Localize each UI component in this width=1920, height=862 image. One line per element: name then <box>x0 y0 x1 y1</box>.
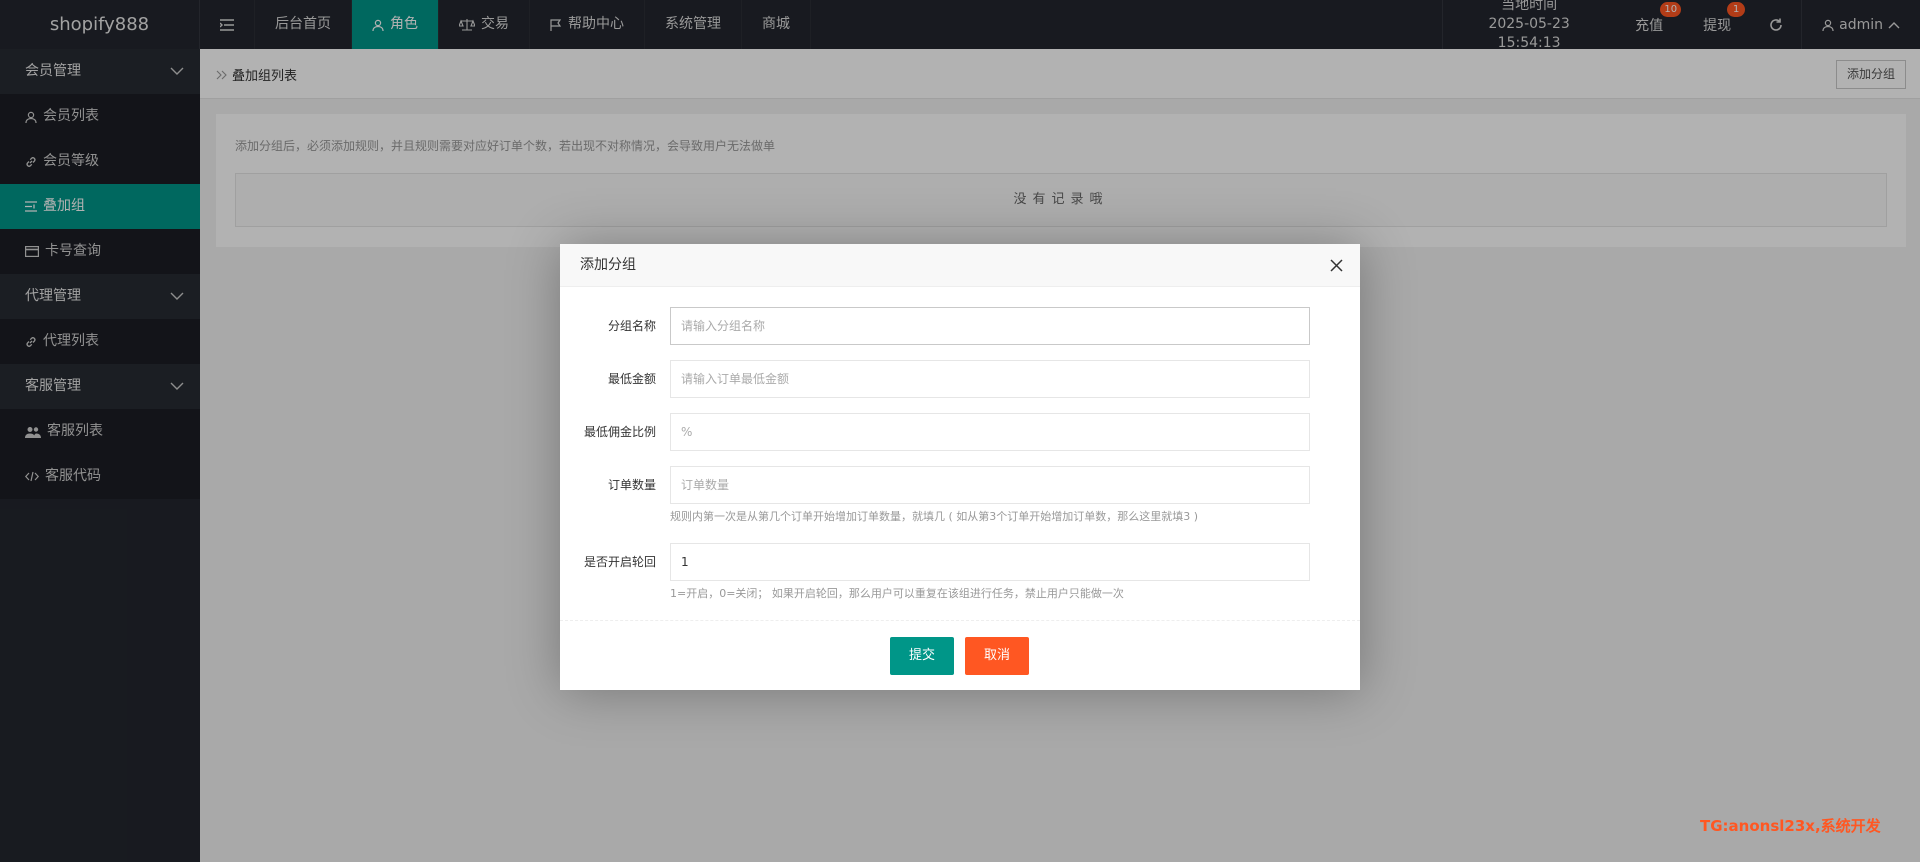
add-group-dialog: 添加分组 分组名称 最低金额 最低佣金比例 订单数量 规则内第一次是从第几个订单… <box>560 244 1360 690</box>
cancel-button[interactable]: 取消 <box>965 637 1029 675</box>
field-label: 是否开启轮回 <box>583 555 656 569</box>
dialog-footer-divider <box>560 620 1360 621</box>
order-count-input[interactable] <box>670 466 1310 504</box>
cycle-input[interactable] <box>670 543 1310 581</box>
min-amount-input[interactable] <box>670 360 1310 398</box>
group-name-input[interactable] <box>670 307 1310 345</box>
field-label: 最低佣金比例 <box>583 425 656 439</box>
close-icon[interactable] <box>1326 244 1346 287</box>
watermark-text: TG:anonsl23x,系统开发 <box>1700 817 1881 835</box>
field-help: 1=开启，0=关闭； 如果开启轮回，那么用户可以重复在该组进行任务，禁止用户只能… <box>670 587 1124 600</box>
field-label: 分组名称 <box>607 319 656 333</box>
dialog-title: 添加分组 <box>580 257 636 273</box>
min-commission-input[interactable] <box>670 413 1310 451</box>
field-label: 最低金额 <box>607 372 656 386</box>
submit-button[interactable]: 提交 <box>890 637 954 675</box>
field-label: 订单数量 <box>607 478 656 492</box>
dialog-header: 添加分组 <box>560 244 1360 287</box>
field-help: 规则内第一次是从第几个订单开始增加订单数量，就填几 ( 如从第3个订单开始增加订… <box>670 510 1199 523</box>
